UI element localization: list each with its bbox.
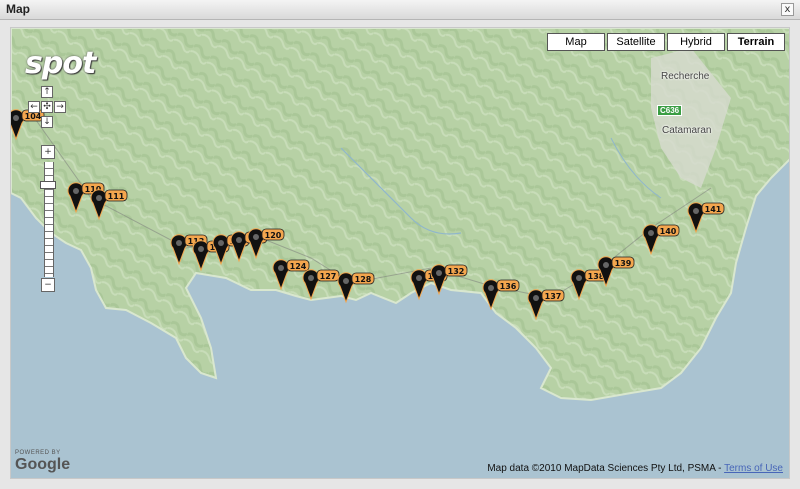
marker-pin-icon [488, 285, 494, 291]
pan-center-button[interactable]: ✣ [41, 101, 53, 113]
marker-label: 136 [500, 282, 517, 291]
marker-pin-icon [416, 275, 422, 281]
map-type-hybrid-button[interactable]: Hybrid [667, 33, 725, 51]
place-label: Catamaran [662, 125, 712, 136]
pan-up-button[interactable]: ↑ [41, 86, 53, 98]
marker-pin-icon [253, 234, 259, 240]
pan-down-button[interactable]: ↓ [41, 116, 53, 128]
marker-label: 128 [355, 275, 372, 284]
window-titlebar: Map x [0, 0, 800, 20]
map-type-map-button[interactable]: Map [547, 33, 605, 51]
marker-label: 140 [660, 227, 677, 236]
marker-pin-icon [648, 230, 654, 236]
marker-pin-icon [96, 195, 102, 201]
place-label: Recherche [661, 71, 710, 82]
map-attribution: Map data ©2010 MapData Sciences Pty Ltd,… [487, 463, 783, 474]
marker-label: 104 [25, 112, 42, 121]
zoom-in-button[interactable]: + [41, 145, 55, 159]
map-type-terrain-button[interactable]: Terrain [727, 33, 785, 51]
marker-pin-icon [533, 295, 539, 301]
marker-pin-icon [198, 246, 204, 252]
map-canvas[interactable]: 1041101111131141151171201241271281331321… [11, 28, 790, 479]
marker-label: 124 [290, 262, 307, 271]
marker-pin-icon [218, 240, 224, 246]
map-type-control: Map Satellite Hybrid Terrain [547, 33, 785, 51]
pan-left-button[interactable]: ← [28, 101, 40, 113]
map-type-satellite-button[interactable]: Satellite [607, 33, 665, 51]
terms-of-use-link[interactable]: Terms of Use [724, 463, 783, 474]
marker-pin-icon [73, 188, 79, 194]
marker-label: 120 [265, 231, 282, 240]
marker-pin-icon [13, 115, 19, 121]
marker-pin-icon [236, 237, 242, 243]
marker-pin-icon [603, 262, 609, 268]
zoom-slider[interactable] [44, 162, 54, 277]
marker-label: 132 [448, 267, 465, 276]
attribution-text: Map data ©2010 MapData Sciences Pty Ltd,… [487, 463, 725, 474]
marker-label: 141 [705, 205, 722, 214]
marker-pin-icon [308, 275, 314, 281]
google-brand: Google [15, 456, 71, 473]
marker-pin-icon [693, 208, 699, 214]
pan-right-button[interactable]: → [54, 101, 66, 113]
marker-label: 137 [545, 292, 562, 301]
marker-label: 139 [615, 259, 632, 268]
zoom-out-button[interactable]: − [41, 278, 55, 292]
marker-pin-icon [278, 265, 284, 271]
google-logo[interactable]: POWERED BY Google [15, 450, 70, 474]
close-button[interactable]: x [781, 3, 794, 16]
marker-pin-icon [576, 275, 582, 281]
spot-logo: spot [25, 46, 96, 81]
road-shield: C636 [657, 105, 683, 116]
window-title: Map [6, 2, 30, 16]
marker-label: 127 [320, 272, 337, 281]
map-view[interactable]: 1041101111131141151171201241271281331321… [10, 27, 790, 479]
marker-label: 111 [108, 192, 125, 201]
marker-pin-icon [176, 240, 182, 246]
marker-pin-icon [436, 270, 442, 276]
marker-pin-icon [343, 278, 349, 284]
zoom-slider-handle[interactable] [40, 181, 56, 189]
